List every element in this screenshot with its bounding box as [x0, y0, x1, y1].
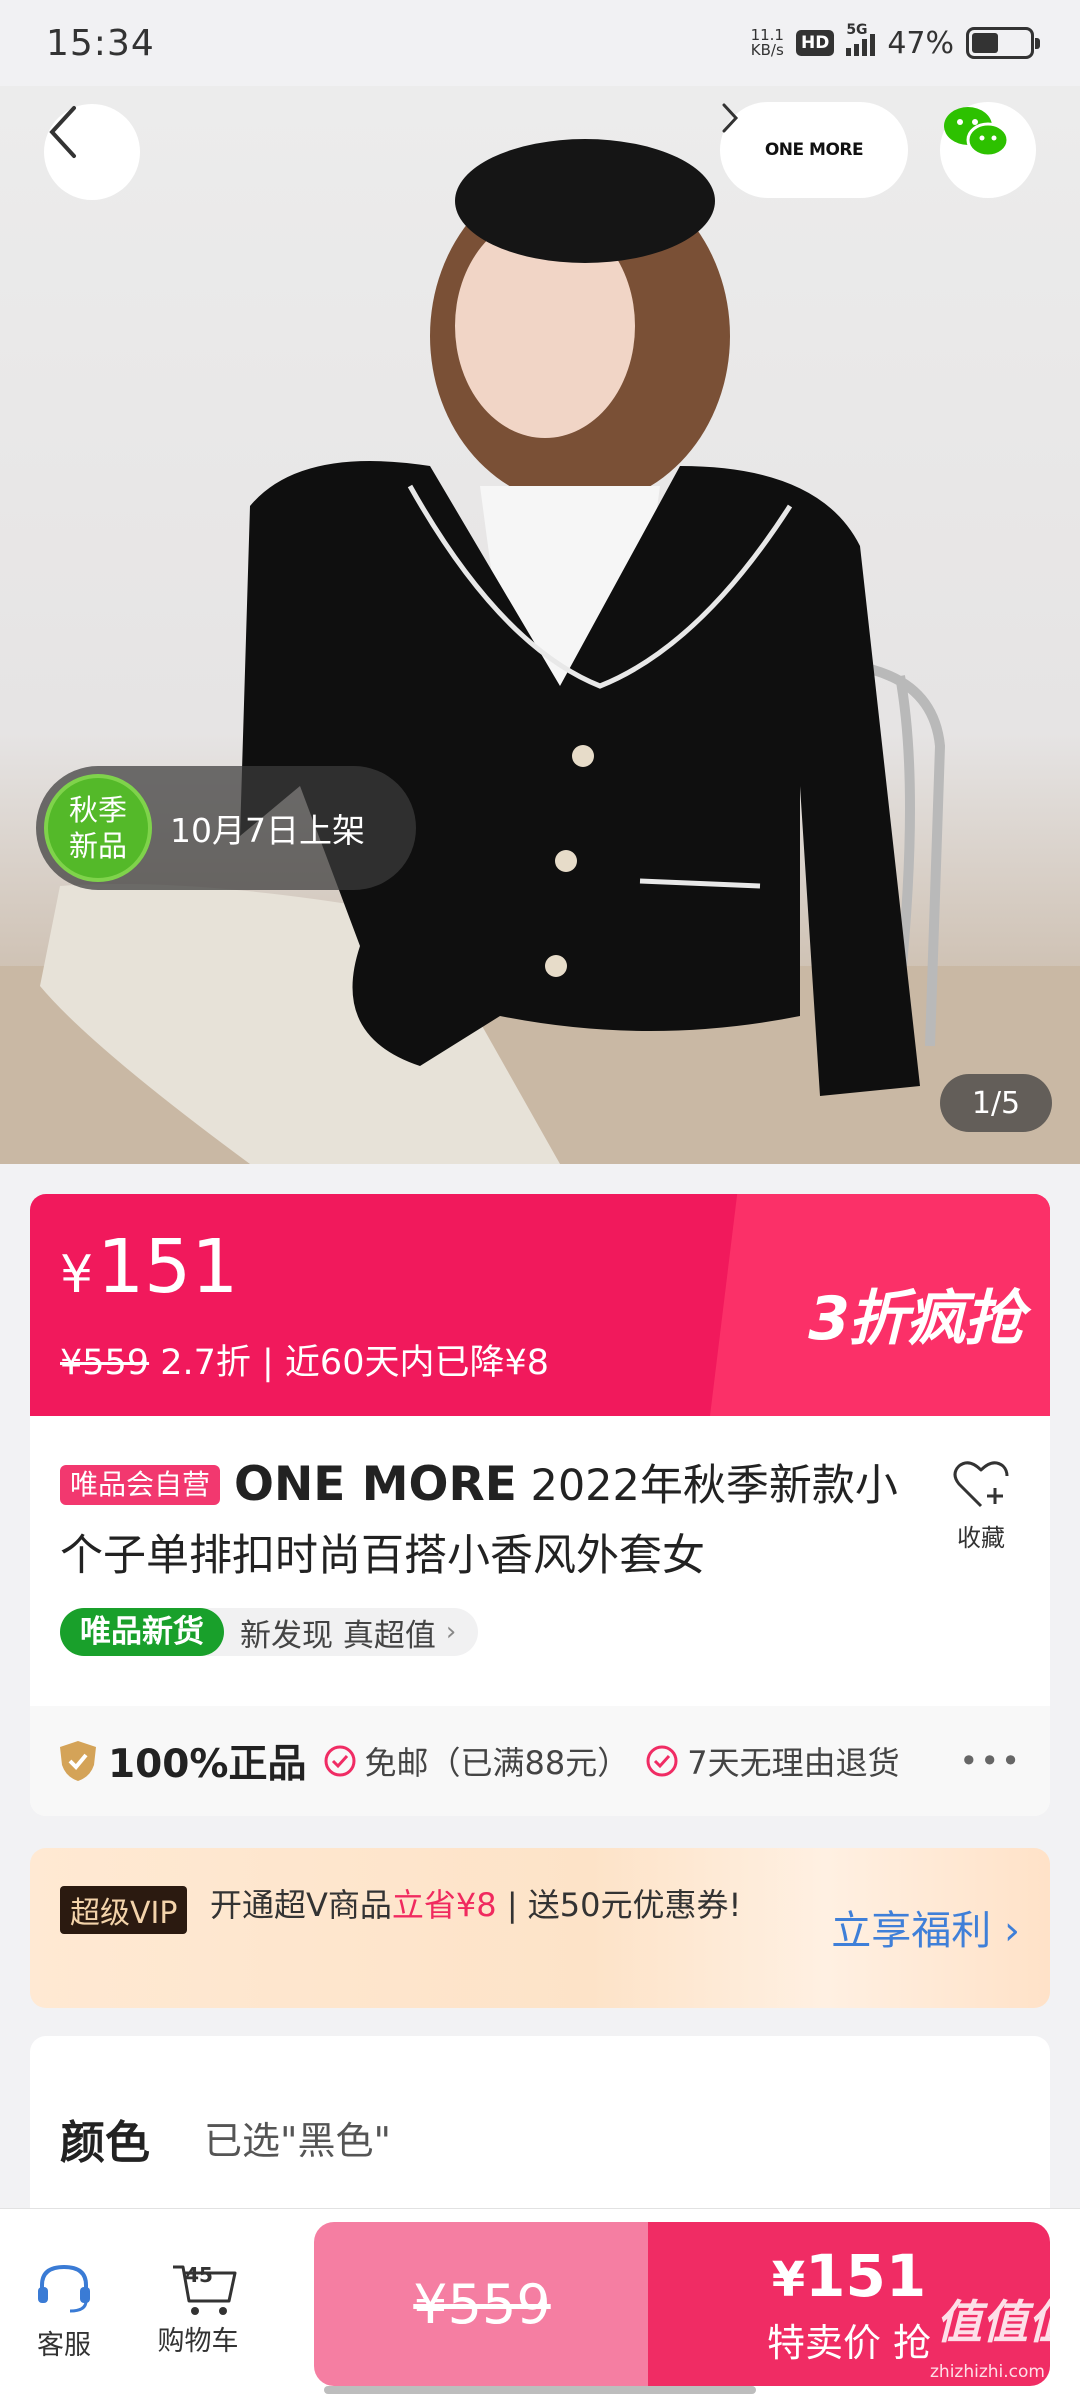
network-type: 5G — [846, 22, 868, 38]
shield-icon — [60, 1741, 96, 1781]
special-price-value: 151 — [805, 2242, 927, 2310]
promo-label: 3折疯抢 — [808, 1284, 1024, 1354]
brand-store-button[interactable]: ONE MORE — [720, 102, 908, 198]
special-price-currency: ¥ — [771, 2252, 806, 2308]
super-vip-banner[interactable]: 超级VIP 开通超V商品立省¥8 | 送50元优惠券! 立享福利 › — [30, 1848, 1050, 2008]
wechat-share-button[interactable] — [940, 102, 1036, 198]
chevron-right-icon — [722, 103, 739, 133]
back-button[interactable] — [44, 104, 140, 200]
battery-icon — [966, 27, 1040, 59]
headset-icon — [38, 2264, 90, 2313]
new-arrival-tag: 秋季 新品 10月7日上架 — [36, 766, 416, 890]
currency-symbol: ¥ — [60, 1245, 94, 1305]
price-banner: ¥151 ¥559 2.7折 | 近60天内已降¥8 3折疯抢 — [30, 1194, 1050, 1416]
original-price: ¥559 — [60, 1343, 150, 1383]
returns-text: 7天无理由退货 — [687, 1744, 900, 1782]
super-vip-badge: 超级VIP — [60, 1886, 188, 1934]
chevron-left-icon — [49, 106, 76, 158]
customer-service-label: 客服 — [37, 2330, 91, 2361]
super-vip-description: 开通超V商品立省¥8 | 送50元优惠券! — [210, 1880, 770, 1930]
more-dots-icon[interactable]: ••• — [959, 1742, 1022, 1780]
cart-label: 购物车 — [157, 2326, 239, 2357]
watermark-logo: 值值值 — [936, 2295, 1074, 2349]
super-vip-cta-label: 立享福利 — [831, 1908, 992, 1954]
launch-date: 10月7日上架 — [170, 811, 365, 850]
image-page-indicator: 1/5 — [940, 1074, 1052, 1132]
new-goods-tag: 唯品新货 — [60, 1608, 224, 1656]
status-time: 15:34 — [46, 22, 155, 64]
product-image-carousel[interactable]: ONE MORE 秋季 新品 10月7日上架 1/5 — [0, 86, 1080, 1164]
vip-savings: 立省¥8 — [391, 1886, 497, 1924]
check-circle-icon — [324, 1745, 355, 1777]
network-speed-unit: KB/s — [750, 41, 784, 59]
returns-item: 7天无理由退货 — [645, 1738, 900, 1784]
chevron-right-icon: › — [1004, 1908, 1020, 1954]
brand-logo: ONE MORE — [764, 140, 864, 160]
watermark-url: zhizhizhi.com — [930, 2362, 1045, 2382]
product-title: 唯品会自营 ONE MORE 2022年秋季新款小个子单排扣时尚百搭小香风外套女 — [60, 1450, 920, 1591]
authentic-guarantee: 100%正品 — [108, 1742, 307, 1787]
check-circle-icon — [646, 1745, 678, 1777]
favorite-label: 收藏 — [957, 1524, 1005, 1552]
signal-icon: 5G — [846, 22, 876, 56]
status-bar: 15:34 11.1 KB/s HD 5G 47% — [0, 0, 1080, 86]
badge-line-1: 秋季 — [68, 793, 127, 827]
network-speed: 11.1 KB/s — [751, 28, 784, 58]
cart-button[interactable]: 45 购物车 — [148, 2261, 248, 2358]
vip-desc-suffix: | 送50元优惠券! — [496, 1886, 742, 1924]
favorite-button[interactable]: 收藏 — [946, 1458, 1016, 1553]
discount-text: 2.7折 | 近60天内已降¥8 — [160, 1343, 549, 1383]
color-selector[interactable]: 颜色 已选"黑色" — [30, 2036, 1050, 2236]
cart-count: 45 — [185, 2263, 213, 2287]
product-photo — [0, 139, 1080, 1164]
color-label: 颜色 — [60, 2116, 151, 2169]
color-selected-value: 已选"黑色" — [204, 2119, 391, 2163]
vip-desc-prefix: 开通超V商品 — [210, 1886, 392, 1924]
product-info-card: 唯品会自营 ONE MORE 2022年秋季新款小个子单排扣时尚百搭小香风外套女 … — [30, 1416, 1050, 1816]
status-icons: 11.1 KB/s HD 5G 47% — [751, 22, 1040, 61]
hd-icon: HD — [795, 30, 835, 56]
free-shipping-item: 免邮（已满88元） — [323, 1738, 630, 1784]
wechat-icon — [944, 107, 1010, 158]
current-price: ¥151 — [60, 1224, 238, 1310]
customer-service-button[interactable]: 客服 — [14, 2261, 114, 2362]
heart-plus-icon — [953, 1461, 1009, 1508]
service-guarantees[interactable]: 100%正品 免邮（已满88元） 7天无理由退货 ••• — [30, 1706, 1050, 1816]
new-goods-link[interactable]: 唯品新货 新发现 真超值 › — [60, 1608, 479, 1656]
original-price-button[interactable]: ¥559 — [314, 2222, 650, 2386]
product-brand: ONE MORE — [234, 1457, 517, 1512]
new-goods-text: 新发现 真超值 — [240, 1617, 436, 1654]
super-vip-cta[interactable]: 立享福利 › — [831, 1898, 1020, 1956]
price-value: 151 — [97, 1224, 239, 1310]
home-indicator[interactable] — [324, 2386, 756, 2394]
price-history: ¥559 2.7折 | 近60天内已降¥8 — [60, 1334, 549, 1385]
badge-line-2: 新品 — [68, 829, 127, 863]
battery-percent: 47% — [887, 25, 954, 61]
free-shipping-text: 免邮（已满88元） — [364, 1744, 630, 1782]
self-operated-tag: 唯品会自营 — [60, 1465, 221, 1505]
autumn-new-badge: 秋季 新品 — [44, 774, 152, 882]
chevron-right-icon: › — [445, 1617, 457, 1647]
